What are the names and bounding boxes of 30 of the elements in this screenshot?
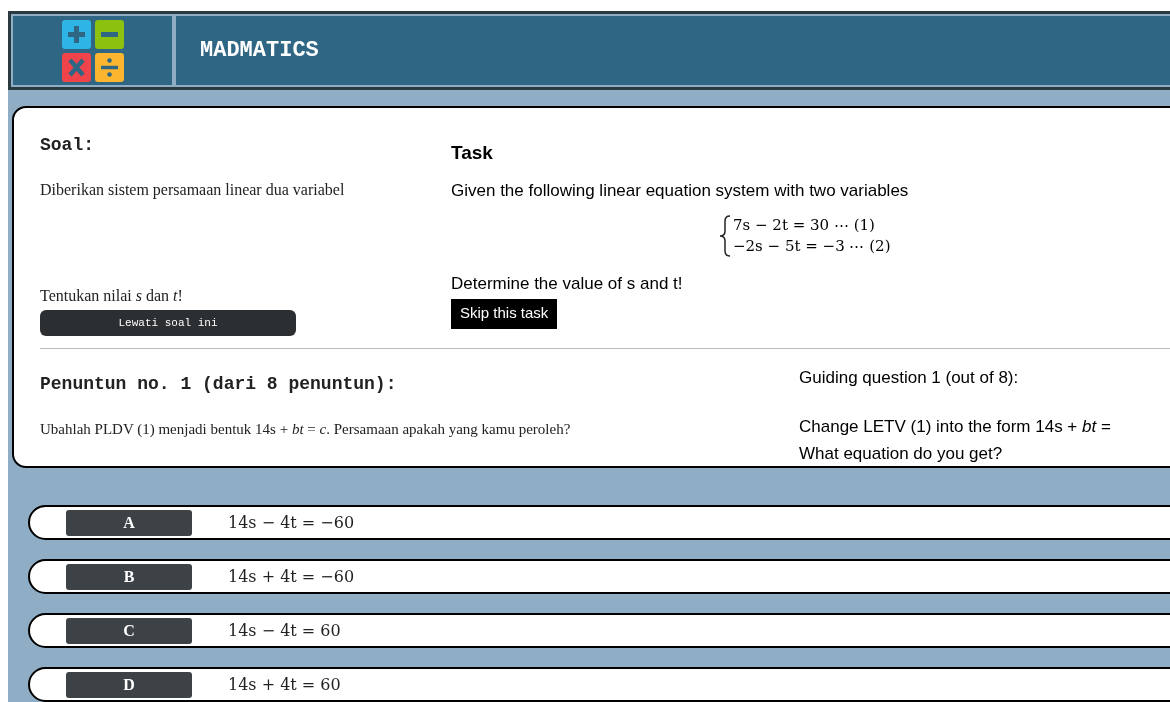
guide-heading: Guiding question 1 (out of 8): [799, 367, 1020, 389]
task-question: Tentukan nilai s dan t! [40, 286, 184, 306]
answer-option[interactable]: C 14s − 4t = 60 [28, 613, 1170, 648]
app-title: MADMATICS [200, 37, 319, 65]
task-question: Determine the value of s and t! [451, 273, 684, 295]
task-heading: Soal: [40, 134, 95, 157]
option-letter: A [66, 509, 192, 536]
guide-heading: Penuntun no. 1 (dari 8 penuntun): [40, 373, 398, 396]
skip-button[interactable]: Lewati soal ini [40, 310, 296, 336]
guide-question: What equation do you get? [799, 443, 1004, 465]
option-answer: 14s − 4t = −60 [228, 511, 355, 534]
task-heading: Task [451, 141, 494, 165]
skip-button[interactable]: Skip this task [451, 298, 558, 329]
guide-question: Ubahlah PLDV (1) menjadi bentuk 14s + bt = c. Persamaan apakah yang kamu peroleh? [40, 420, 572, 439]
option-answer: 14s + 4t = −60 [228, 565, 355, 588]
task-intro: Given the following linear equation system with two variables [451, 179, 909, 202]
option-letter: D [66, 671, 192, 698]
option-answer: 14s − 4t = 60 [228, 619, 341, 642]
answer-option[interactable]: B 14s + 4t = −60 [28, 559, 1170, 594]
guide-question: Change LETV (1) into the form 14s + bt = [799, 415, 1111, 438]
answer-option[interactable]: D 14s + 4t = 60 [28, 667, 1170, 702]
math-operations-logo [61, 19, 124, 82]
equation: −2s − 5t = −3 ⋯ (2) [733, 236, 891, 257]
task-intro: Diberikan sistem persamaan linear dua variabel [40, 180, 346, 201]
brace-icon [719, 215, 731, 257]
option-letter: C [66, 617, 192, 644]
option-letter: B [66, 563, 192, 590]
equation: 7s − 2t = 30 ⋯ (1) [733, 215, 876, 236]
answer-option[interactable]: A 14s − 4t = −60 [28, 505, 1170, 540]
option-answer: 14s + 4t = 60 [228, 673, 341, 696]
